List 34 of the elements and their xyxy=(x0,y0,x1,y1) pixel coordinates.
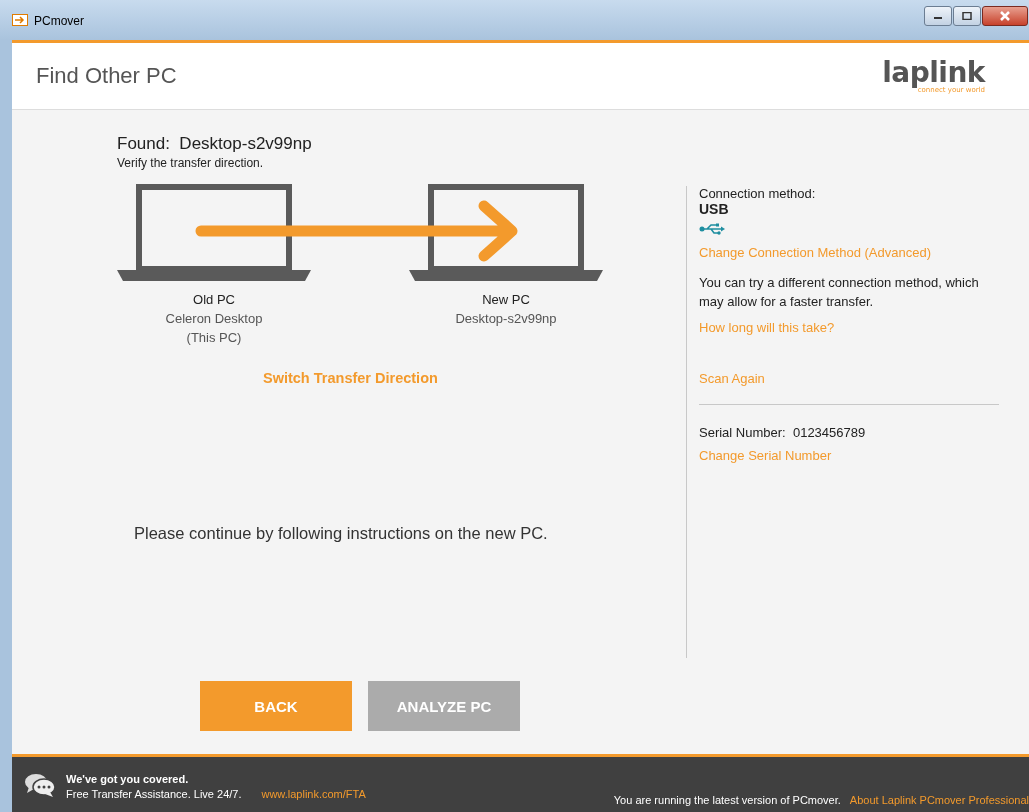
pc-role: Old PC xyxy=(193,291,235,309)
usb-icon xyxy=(699,223,725,235)
arrow-icon xyxy=(195,200,518,262)
found-heading: Found: Desktop-s2v99np xyxy=(117,134,313,154)
support-headline: We've got you covered. xyxy=(66,771,190,787)
pc-name: Celeron Desktop xyxy=(165,310,263,328)
about-link[interactable]: About Laplink PCmover Professional xyxy=(849,794,1029,806)
support-link[interactable]: www.laplink.com/FTA xyxy=(261,786,366,802)
pc-note: (This PC) xyxy=(186,329,242,347)
maximize-icon xyxy=(962,12,972,20)
switch-direction-link[interactable]: Switch Transfer Direction xyxy=(263,370,438,386)
change-connection-link[interactable]: Change Connection Method (Advanced) xyxy=(699,245,999,260)
version-status: You are running the latest version of PCmover. xyxy=(613,794,841,806)
pc-name: Desktop-s2v99np xyxy=(455,310,557,328)
back-button[interactable]: BACK xyxy=(200,681,352,731)
change-serial-link[interactable]: Change Serial Number xyxy=(699,448,999,463)
laptop-icon xyxy=(117,184,311,281)
connection-hint: You can try a different connection method, which may allow for a faster transfer. xyxy=(699,274,980,311)
laptop-icon xyxy=(409,184,603,281)
window-title: PCmover xyxy=(34,14,84,28)
connection-value: USB xyxy=(699,201,730,217)
app-icon xyxy=(12,14,28,26)
serial-number: Serial Number: 0123456789 xyxy=(699,425,867,440)
duration-link[interactable]: How long will this take? xyxy=(699,320,999,335)
chat-icon xyxy=(24,771,56,798)
support-text: Free Transfer Assistance. Live 24/7. xyxy=(66,786,242,802)
pc-role: New PC xyxy=(482,291,530,309)
page-title: Find Other PC xyxy=(36,63,177,89)
instruction-text: Please continue by following instructions on the new PC. xyxy=(134,524,549,543)
scan-again-link[interactable]: Scan Again xyxy=(699,371,999,386)
close-icon xyxy=(999,11,1011,21)
logo-text: laplink xyxy=(882,58,985,87)
connection-label: Connection method: xyxy=(699,186,817,201)
verify-text: Verify the transfer direction. xyxy=(117,156,265,170)
